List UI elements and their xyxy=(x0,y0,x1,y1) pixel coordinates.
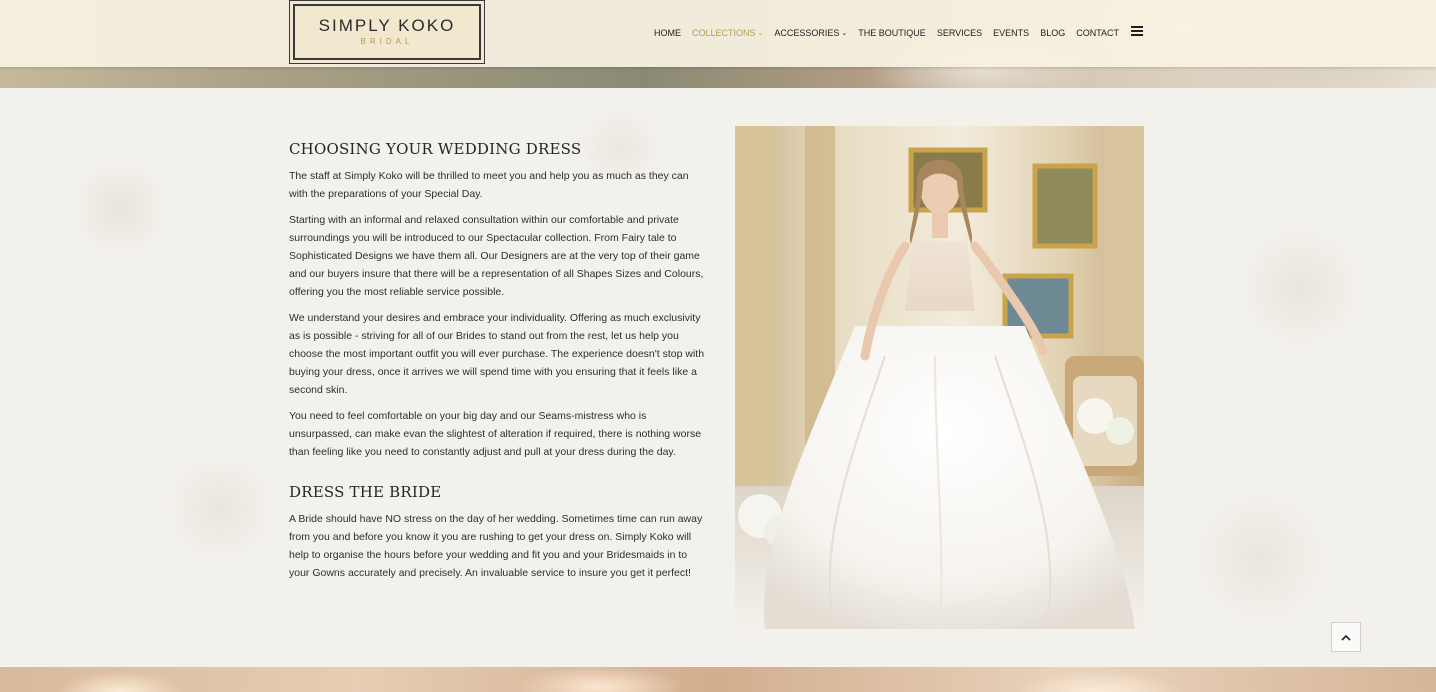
nav-item-collections[interactable]: COLLECTIONS ⌄ xyxy=(692,28,763,38)
chevron-up-icon xyxy=(1341,634,1351,641)
site-header: SIMPLY KOKO BRIDAL HOME COLLECTIONS ⌄ AC… xyxy=(0,0,1436,67)
main-content: CHOOSING YOUR WEDDING DRESS The staff at… xyxy=(0,88,1436,667)
paragraph: You need to feel comfortable on your big… xyxy=(289,410,702,458)
nav-item-label: CONTACT xyxy=(1076,28,1120,38)
paragraph: A Bride should have NO stress on the day… xyxy=(289,513,703,579)
brand-logo[interactable]: SIMPLY KOKO BRIDAL xyxy=(289,0,485,64)
nav-item-label: THE BOUTIQUE xyxy=(858,28,926,38)
nav-item-label: SERVICES xyxy=(936,28,983,38)
main-nav: HOME COLLECTIONS ⌄ ACCESSORIES ⌄ THE BOU… xyxy=(654,25,1130,41)
logo-frame: SIMPLY KOKO BRIDAL xyxy=(293,4,481,60)
logo-tagline: BRIDAL xyxy=(360,37,414,46)
nav-item-label: EVENTS xyxy=(993,28,1030,38)
bride-dress-photo xyxy=(735,126,1144,629)
nav-item-accessories[interactable]: ACCESSORIES ⌄ xyxy=(774,28,847,38)
section-heading: DRESS THE BRIDE xyxy=(289,483,442,501)
nav-item-label: ACCESSORIES xyxy=(774,28,840,38)
paragraph: Starting with an informal and relaxed co… xyxy=(289,214,704,298)
nav-item-label: BLOG xyxy=(1040,28,1066,38)
section-heading: CHOOSING YOUR WEDDING DRESS xyxy=(289,140,582,158)
nav-item-the-boutique[interactable]: THE BOUTIQUE xyxy=(858,28,926,38)
nav-item-contact[interactable]: CONTACT xyxy=(1076,28,1119,38)
chevron-down-icon: ⌄ xyxy=(757,29,764,37)
logo-wordmark: SIMPLY KOKO xyxy=(318,16,456,35)
nav-item-services[interactable]: SERVICES xyxy=(937,28,982,38)
hamburger-icon[interactable] xyxy=(1131,26,1143,36)
article-text: CHOOSING YOUR WEDDING DRESS The staff at… xyxy=(289,140,707,590)
nav-item-events[interactable]: EVENTS xyxy=(993,28,1029,38)
chevron-down-icon: ⌄ xyxy=(841,29,848,37)
scroll-to-top-button[interactable] xyxy=(1331,622,1361,652)
nav-item-label: HOME xyxy=(654,28,681,38)
paragraph: The staff at Simply Koko will be thrille… xyxy=(289,170,689,200)
nav-item-home[interactable]: HOME xyxy=(654,28,681,38)
nav-item-blog[interactable]: BLOG xyxy=(1040,28,1065,38)
paragraph: We understand your desires and embrace y… xyxy=(289,312,705,396)
footer-banner-strip xyxy=(0,667,1436,692)
nav-item-label: COLLECTIONS xyxy=(692,28,756,38)
